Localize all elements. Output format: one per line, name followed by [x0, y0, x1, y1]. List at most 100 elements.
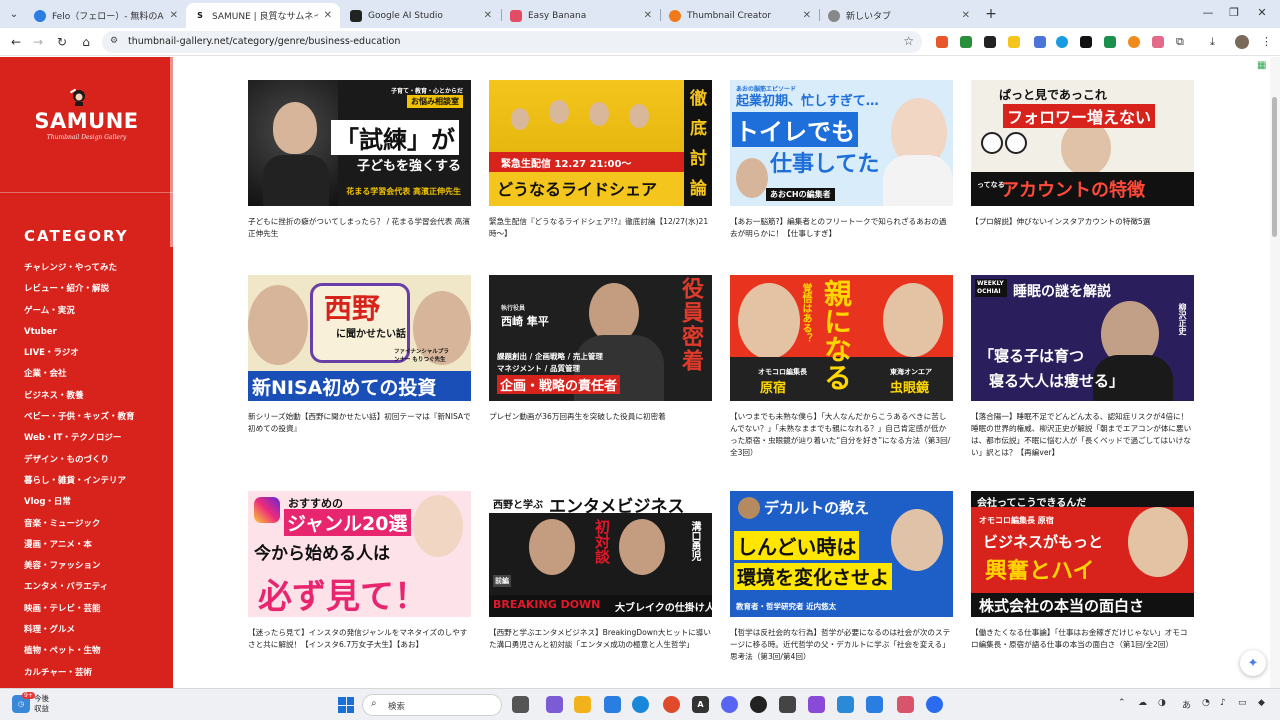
- thumbnail-image[interactable]: おすすめの ジャンル20選 今から始める人は 必ず見て！: [248, 491, 471, 617]
- thumbnail-caption[interactable]: 【プロ解説】伸びないインスタアカウントの特徴5選: [971, 216, 1194, 228]
- chrome-icon[interactable]: [663, 696, 680, 713]
- chatgpt-icon[interactable]: [750, 696, 767, 713]
- category-item[interactable]: Web・IT・テクノロジー: [24, 431, 135, 452]
- thumbnail-image[interactable]: 西野と学ぶ エンタメビジネス 初対談 溝口勇児 前編 BREAKING DOWN…: [489, 491, 712, 617]
- thumbnail-caption[interactable]: 新シリーズ始動【西野に聞かせたい話】初回テーマは『新NISAで初めての投資』: [248, 411, 471, 435]
- thumbnail-image[interactable]: 緊急生配信 12.27 21:00〜 どうなるライドシェア 徹 底 討 論: [489, 80, 712, 206]
- thumbnail-caption[interactable]: 【落合陽一】睡眠不足でどんどん太る、認知症リスクが4倍に！睡眠の世界的権威、柳沢…: [971, 411, 1194, 459]
- extension-orange-icon[interactable]: [1128, 36, 1140, 48]
- close-icon[interactable]: ✕: [644, 10, 652, 21]
- extension-pink-icon[interactable]: [1152, 36, 1164, 48]
- close-icon[interactable]: ✕: [803, 10, 811, 21]
- close-window-icon[interactable]: ✕: [1254, 6, 1270, 19]
- app-purple-icon[interactable]: [808, 696, 825, 713]
- thumbnail-caption[interactable]: 【いつまでも未熟な僕ら】「大人なんだからこうあるべきに苦しんでない？」「未熟なま…: [730, 411, 953, 459]
- thumbnail-caption[interactable]: 【あお一脳筋?】編集者とのフリートークで知られざるあおの過去が明らかに！【仕事し…: [730, 216, 953, 240]
- battery-icon[interactable]: ▭: [1238, 698, 1247, 708]
- thumbnail-card[interactable]: 緊急生配信 12.27 21:00〜 どうなるライドシェア 徹 底 討 論 緊急…: [489, 80, 712, 240]
- thumbnail-card[interactable]: 西野 に聞かせたい話 ファイナンシャルプランナー もりつぐ先生 新NISA初めて…: [248, 275, 471, 435]
- thumbnail-card[interactable]: 執行役員 西崎 隼平 課題創出 / 企画戦略 / 売上管理 マネジメント / 品…: [489, 275, 712, 423]
- profile-avatar[interactable]: [1235, 35, 1249, 49]
- task-view-icon[interactable]: [512, 696, 529, 713]
- category-item[interactable]: 音楽・ミュージック: [24, 517, 135, 538]
- app-a-icon[interactable]: A: [692, 696, 709, 713]
- more-menu-icon[interactable]: ⋮: [1261, 35, 1272, 48]
- thumbnail-image[interactable]: WEEKLY OCHIAI 睡眠の謎を解説 柳沢正史 「寝る子は育つ 寝る大人は…: [971, 275, 1194, 401]
- tray-overflow-chevron-icon[interactable]: ⌃: [1118, 698, 1126, 708]
- extension-screen-icon[interactable]: [1034, 36, 1046, 48]
- edge-icon[interactable]: [632, 696, 649, 713]
- thumbnail-image[interactable]: 執行役員 西崎 隼平 課題創出 / 企画戦略 / 売上管理 マネジメント / 品…: [489, 275, 712, 401]
- thumbnail-caption[interactable]: 【哲学は反社会的な行為】哲学が必要になるのは社会が次のステージに移る時。近代哲学…: [730, 627, 953, 663]
- category-item[interactable]: カルチャー・芸術: [24, 666, 135, 687]
- tab-thumbnail-creator[interactable]: Thumbnail Creator ✕: [661, 3, 819, 28]
- apps-grid-icon[interactable]: ▦: [1257, 60, 1266, 71]
- wifi-icon[interactable]: ◔: [1202, 698, 1210, 708]
- extension-green-icon[interactable]: [960, 36, 972, 48]
- file-explorer-icon[interactable]: [574, 696, 591, 713]
- discord-icon[interactable]: [721, 696, 738, 713]
- site-logo[interactable]: SAMUNE: [0, 109, 173, 133]
- category-item[interactable]: ベビー・子供・キッズ・教育: [24, 410, 135, 431]
- mail-icon[interactable]: [604, 696, 621, 713]
- restore-icon[interactable]: ❐: [1226, 6, 1242, 19]
- close-icon[interactable]: ✕: [170, 10, 178, 21]
- thumbnail-card[interactable]: 会社ってこうできるんだ オモコロ編集長 原宿 ビジネスがもっと 興奮とハイ 株式…: [971, 491, 1194, 651]
- category-item[interactable]: チャレンジ・やってみた: [24, 261, 135, 282]
- thumbnail-image[interactable]: 西野 に聞かせたい話 ファイナンシャルプランナー もりつぐ先生 新NISA初めて…: [248, 275, 471, 401]
- page-scrollbar[interactable]: [1270, 57, 1280, 688]
- thumbnail-image[interactable]: デカルトの教え しんどい時は 環境を変化させよ 教育者・哲学研究者 近内悠太: [730, 491, 953, 617]
- home-icon[interactable]: ⌂: [78, 34, 94, 50]
- thumbnail-card[interactable]: ぱっと見であっこれ フォロワー増えない ってなる アカウントの特徴 【プロ解説】…: [971, 80, 1194, 228]
- thumbnail-caption[interactable]: 【西野と学ぶエンタメビジネス】BreakingDown大ヒットに導いた溝口勇児さ…: [489, 627, 712, 651]
- notion-icon[interactable]: [1080, 36, 1092, 48]
- thumbnail-card[interactable]: デカルトの教え しんどい時は 環境を変化させよ 教育者・哲学研究者 近内悠太 【…: [730, 491, 953, 663]
- extension-blue-icon[interactable]: [1056, 36, 1068, 48]
- tray-app-icon[interactable]: ◑: [1158, 698, 1166, 708]
- category-item[interactable]: 植物・ペット・生物: [24, 644, 135, 665]
- extension-sheet-icon[interactable]: [1104, 36, 1116, 48]
- ai-assistant-sparkle-icon[interactable]: ✦: [1240, 650, 1266, 676]
- thumbnail-image[interactable]: 会社ってこうできるんだ オモコロ編集長 原宿 ビジネスがもっと 興奮とハイ 株式…: [971, 491, 1194, 617]
- thumbnail-image[interactable]: 覚悟はある？ 親になる オモコロ編集長 原宿 東海オンエア 虫眼鏡: [730, 275, 953, 401]
- app-pink-icon[interactable]: [897, 696, 914, 713]
- download-icon[interactable]: ⤓: [1210, 35, 1215, 49]
- thumbnail-caption[interactable]: 【働きたくなる仕事論】「仕事はお金稼ぎだけじゃない」オモコロ編集長・原宿が語る仕…: [971, 627, 1194, 651]
- forward-arrow-icon[interactable]: →: [30, 34, 46, 50]
- thumbnail-image[interactable]: 子育て・教育・心とからだ お悩み相談室 「試練」が 子どもを強くする 花まる学習…: [248, 80, 471, 206]
- thumbnail-caption[interactable]: 子どもに挫折の癖がついてしまったら？ / 花まる学習会代表 高濱正伸先生: [248, 216, 471, 240]
- thumbnail-card[interactable]: 子育て・教育・心とからだ お悩み相談室 「試練」が 子どもを強くする 花まる学習…: [248, 80, 471, 240]
- close-icon[interactable]: ✕: [324, 10, 332, 21]
- thumbnail-card[interactable]: あおの脳筋エピソード 起業初期、忙しすぎて… トイレでも 仕事してた あおCHの…: [730, 80, 953, 240]
- category-item[interactable]: Vlog・日常: [24, 495, 135, 516]
- thumbnail-card[interactable]: 覚悟はある？ 親になる オモコロ編集長 原宿 東海オンエア 虫眼鏡 【いつまでも…: [730, 275, 953, 459]
- minimize-icon[interactable]: —: [1200, 6, 1216, 19]
- tab-google-ai-studio[interactable]: Google AI Studio ✕: [342, 3, 500, 28]
- close-icon[interactable]: ✕: [962, 10, 970, 21]
- category-item[interactable]: エンタメ・バラエティ: [24, 580, 135, 601]
- thumbnail-image[interactable]: ぱっと見であっこれ フォロワー増えない ってなる アカウントの特徴: [971, 80, 1194, 206]
- tray-cloud-icon[interactable]: ☁: [1138, 698, 1147, 708]
- copilot-icon[interactable]: [546, 696, 563, 713]
- volume-icon[interactable]: ♪: [1220, 698, 1226, 708]
- extension-dark-icon[interactable]: [984, 36, 996, 48]
- category-item[interactable]: レビュー・紹介・解説: [24, 282, 135, 303]
- bookmark-star-icon[interactable]: ☆: [903, 34, 914, 48]
- site-info-icon[interactable]: ⚙: [110, 36, 118, 46]
- thumbnail-caption[interactable]: プレゼン動画が36万回再生を突破した役員に初密着: [489, 411, 712, 423]
- category-item[interactable]: 企業・会社: [24, 367, 135, 388]
- tab-easy-banana[interactable]: Easy Banana ✕: [502, 3, 660, 28]
- widgets-text[interactable]: 今後 収益: [34, 694, 49, 714]
- scrollbar-thumb[interactable]: [1272, 97, 1277, 237]
- thumbnail-card[interactable]: 西野と学ぶ エンタメビジネス 初対談 溝口勇児 前編 BREAKING DOWN…: [489, 491, 712, 651]
- category-item[interactable]: デザイン・ものづくり: [24, 453, 135, 474]
- app-terminal-icon[interactable]: [779, 696, 796, 713]
- ime-mode-icon[interactable]: あ: [1182, 698, 1191, 711]
- taskbar-search[interactable]: ⌕ 検索: [362, 694, 502, 716]
- extensions-puzzle-icon[interactable]: ⧉: [1176, 35, 1184, 49]
- category-item[interactable]: 暮らし・雑貨・インテリア: [24, 474, 135, 495]
- thumbnail-caption[interactable]: 【迷ったら見て】インスタの発信ジャンルをマネタイズのしやすさと共に解説！【インス…: [248, 627, 471, 651]
- close-icon[interactable]: ✕: [484, 10, 492, 21]
- tab-new-tab[interactable]: 新しいタブ ✕: [820, 3, 978, 28]
- vscode-icon[interactable]: [866, 696, 883, 713]
